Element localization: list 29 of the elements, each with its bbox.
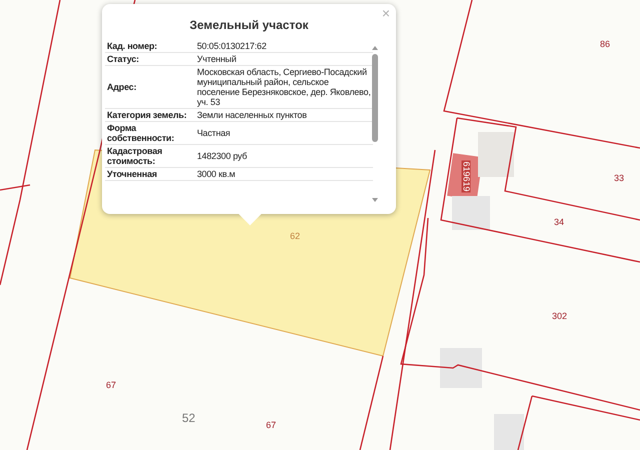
field-value: 50:05:0130217:62	[197, 40, 373, 52]
field-value: Московская область, Сергиево-Посадский муниципальный район, сельское поселение Березняковское, дер. Яковлево, уч. 53	[197, 66, 372, 108]
field-value: 1482300 руб	[197, 144, 373, 168]
popup-title: Земельный участок	[188, 17, 310, 34]
field-label: Статус:	[105, 52, 197, 66]
field-label: Уточненная	[105, 168, 197, 180]
parcel-number: 67	[106, 381, 116, 390]
field-label: Категория земель:	[105, 108, 197, 122]
building-number: 619619	[462, 160, 471, 193]
parcel-number: 33	[614, 174, 624, 183]
field-value: 3000 кв.м	[197, 168, 373, 180]
field-label: Кад. номер:	[105, 40, 197, 52]
field-value: Частная	[197, 122, 373, 144]
parcel-number: 34	[554, 218, 564, 227]
field-label: Адрес:	[105, 66, 197, 108]
field-label: Кадастровая стоимость:	[105, 144, 197, 168]
scrollbar[interactable]	[371, 46, 379, 204]
parcel-number: 52	[182, 412, 196, 424]
parcel-number: 302	[552, 312, 568, 321]
scroll-down-icon[interactable]	[372, 198, 378, 202]
field-value: Учтенный	[197, 52, 373, 66]
parcel-number: 67	[266, 421, 276, 430]
scroll-up-icon[interactable]	[372, 46, 378, 50]
parcel-number: 86	[600, 40, 610, 49]
close-button[interactable]: ×	[382, 6, 390, 20]
field-label: Форма собственности:	[105, 122, 197, 144]
field-value: Земли населенных пунктов	[197, 108, 373, 122]
parcel-number: 62	[290, 232, 300, 241]
scroll-thumb[interactable]	[372, 54, 378, 142]
